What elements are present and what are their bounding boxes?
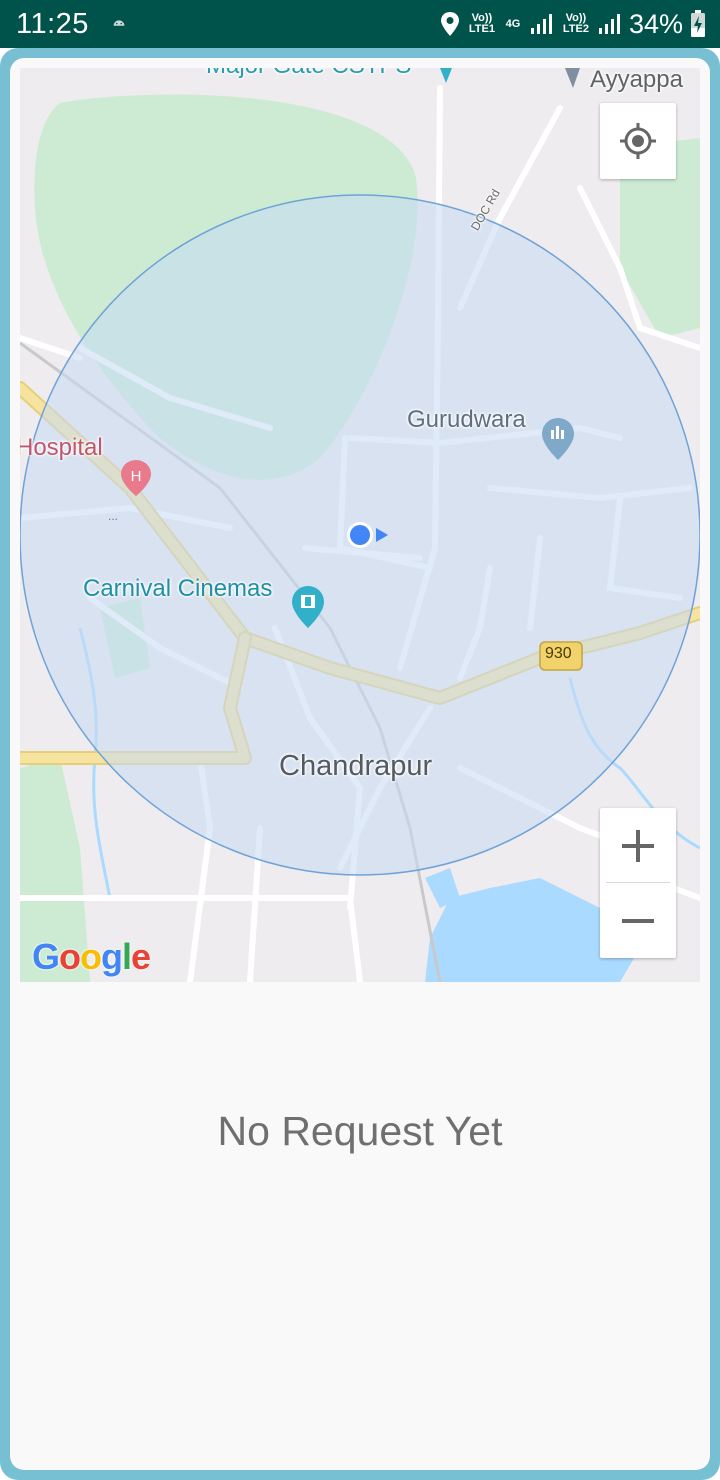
signal-icon-2	[598, 14, 620, 34]
label-route-930: 930	[545, 645, 572, 662]
my-location-icon	[620, 123, 656, 159]
map-canvas[interactable]: H ...	[20, 68, 700, 982]
status-bar: 11:25 Vo)) LTE1 4G Vo)) LTE2 34%	[0, 0, 720, 48]
network-lte2: Vo)) LTE2	[562, 12, 589, 35]
network-type: 4G	[505, 17, 521, 30]
google-logo-letter: o	[80, 936, 102, 977]
label-hospital: Hospital	[20, 434, 103, 461]
signal-icon	[530, 14, 552, 34]
empty-state-message: No Request Yet	[217, 1108, 503, 1154]
label-chandrapur: Chandrapur	[279, 750, 433, 782]
google-attribution-logo: Google	[32, 936, 151, 978]
google-logo-letter: e	[131, 936, 151, 977]
battery-percent: 34%	[628, 8, 683, 39]
network-lte1: Vo)) LTE1	[468, 12, 495, 35]
status-indicators: Vo)) LTE1 4G Vo)) LTE2 34%	[439, 6, 706, 42]
label-major-gate: Major Gate CSTPS	[206, 68, 411, 80]
zoom-in-button[interactable]	[600, 808, 676, 883]
label-ayyappa: Ayyappa	[590, 68, 683, 93]
google-logo-letter: l	[122, 936, 132, 977]
svg-text:H: H	[131, 468, 142, 485]
google-logo-letter: g	[101, 936, 123, 977]
status-time: 11:25	[16, 8, 89, 40]
my-location-button[interactable]	[600, 103, 676, 179]
content-card: H ... Ayyappa DOC Rd Gurudwara Hospital …	[10, 58, 710, 1470]
zoom-controls	[600, 808, 676, 958]
plus-icon	[622, 829, 654, 862]
map-view[interactable]: H ... Ayyappa DOC Rd Gurudwara Hospital …	[20, 68, 700, 982]
hospital-more-dots: ...	[108, 509, 118, 523]
label-gurudwara: Gurudwara	[407, 406, 526, 433]
minus-icon	[622, 918, 654, 923]
zoom-out-button[interactable]	[600, 883, 676, 958]
label-carnival-cinemas: Carnival Cinemas	[83, 575, 273, 602]
android-notification-icon	[113, 20, 125, 26]
battery-charging-icon	[691, 10, 705, 37]
google-logo-letter: G	[32, 936, 60, 977]
location-icon	[440, 12, 459, 36]
google-logo-letter: o	[59, 936, 81, 977]
